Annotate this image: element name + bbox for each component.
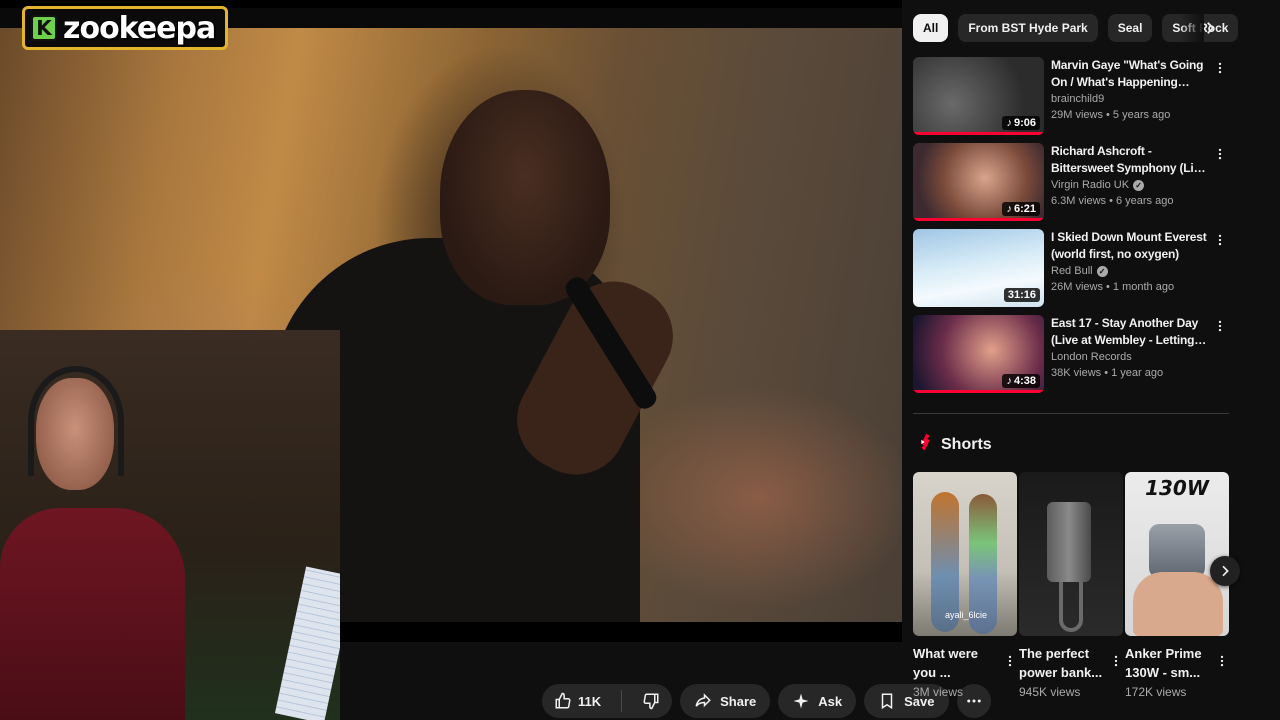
verified-icon: ✓ xyxy=(1133,179,1145,191)
chip-from-bst-hyde-park[interactable]: From BST Hyde Park xyxy=(958,14,1098,42)
video-thumbnail[interactable]: 31:16 xyxy=(913,229,1044,307)
channel-name[interactable]: London Records xyxy=(1051,351,1211,363)
more-options-button[interactable] xyxy=(1109,652,1123,670)
thumbs-up-icon xyxy=(554,692,572,710)
bookmark-icon xyxy=(878,692,896,710)
watched-progress xyxy=(913,132,1044,135)
ask-button[interactable]: Ask xyxy=(778,684,857,718)
short-item[interactable]: The perfect power bank... 945K views xyxy=(1019,472,1123,699)
video-meta: 29M views • 5 years ago xyxy=(1051,109,1171,121)
channel-name[interactable]: Virgin Radio UK ✓ xyxy=(1051,179,1211,191)
short-views: 945K views xyxy=(1019,685,1081,699)
music-note-icon: ♪ xyxy=(1006,117,1012,129)
shorts-next-button[interactable] xyxy=(1210,556,1240,586)
hand-image xyxy=(1133,572,1223,636)
video-meta: 26M views • 1 month ago xyxy=(1051,281,1175,293)
more-vertical-icon xyxy=(1114,655,1118,667)
shorts-icon xyxy=(913,432,933,457)
more-options-button[interactable] xyxy=(1213,231,1227,249)
list-item[interactable]: ♪ 6:21 Richard Ashcroft - Bittersweet Sy… xyxy=(913,143,1229,223)
reactor-body xyxy=(0,508,185,720)
more-options-button[interactable] xyxy=(1213,145,1227,163)
video-thumbnail[interactable]: ♪ 4:38 xyxy=(913,315,1044,393)
charger-image xyxy=(1149,524,1205,578)
shorts-heading: Shorts xyxy=(941,435,992,453)
duration-badge: ♪ 6:21 xyxy=(1002,202,1040,216)
verified-icon: ✓ xyxy=(1096,265,1108,277)
chips-next-button[interactable] xyxy=(1198,14,1222,42)
video-thumbnail[interactable]: ♪ 9:06 xyxy=(913,57,1044,135)
channel-name[interactable]: Red Bull ✓ xyxy=(1051,265,1211,277)
share-label: Share xyxy=(720,693,757,709)
short-thumbnail[interactable]: ayali_6lcie xyxy=(913,472,1017,636)
chip-seal[interactable]: Seal xyxy=(1107,14,1153,42)
list-item[interactable]: ♪ 4:38 East 17 - Stay Another Day (Live … xyxy=(913,315,1229,395)
music-note-icon: ♪ xyxy=(1006,375,1012,387)
short-item[interactable]: ayali_6lcie What were you ... 3M views xyxy=(913,472,1017,699)
player-bottom-bar xyxy=(340,622,902,642)
headphones-icon xyxy=(28,366,124,476)
short-views: 172K views xyxy=(1125,685,1187,699)
more-vertical-icon xyxy=(1218,148,1222,160)
like-divider xyxy=(621,690,623,712)
video-title[interactable]: East 17 - Stay Another Day (Live at Wemb… xyxy=(1051,315,1211,349)
list-item[interactable]: ♪ 9:06 Marvin Gaye "What's Going On / Wh… xyxy=(913,57,1229,137)
paper-sheet xyxy=(274,566,340,720)
watched-progress xyxy=(913,390,1044,393)
chevron-right-icon xyxy=(1222,565,1229,577)
like-count: 11K xyxy=(578,693,602,709)
video-thumbnail[interactable]: ♪ 6:21 xyxy=(913,143,1044,221)
short-title[interactable]: What were you ... xyxy=(913,644,997,682)
like-button[interactable]: 11K xyxy=(542,684,613,718)
video-title[interactable]: Marvin Gaye "What's Going On / What's Ha… xyxy=(1051,57,1211,91)
duration-badge: ♪ 9:06 xyxy=(1002,116,1040,130)
list-item[interactable]: 31:16 I Skied Down Mount Everest (world … xyxy=(913,229,1229,309)
short-thumbnail[interactable] xyxy=(1019,472,1123,636)
chip-all[interactable]: All xyxy=(913,14,949,42)
like-dislike-group: 11K xyxy=(542,684,673,718)
share-button[interactable]: Share xyxy=(680,684,771,718)
music-note-icon: ♪ xyxy=(1006,203,1012,215)
more-options-button[interactable] xyxy=(1213,317,1227,335)
chevron-right-icon xyxy=(1201,19,1219,37)
short-watermark: ayali_6lcie xyxy=(945,610,988,620)
ask-label: Ask xyxy=(818,693,843,709)
dislike-button[interactable] xyxy=(630,684,672,718)
short-item[interactable]: 130W Anker Prime 130W - sm... 172K views xyxy=(1125,472,1229,699)
more-options-button[interactable] xyxy=(1213,59,1227,77)
logo-k-icon: K xyxy=(31,15,57,41)
more-vertical-icon xyxy=(1220,655,1224,667)
channel-name[interactable]: brainchild9 xyxy=(1051,93,1211,105)
channel-logo-overlay: K zookeepa xyxy=(22,6,229,50)
video-meta: 6.3M views • 6 years ago xyxy=(1051,195,1174,207)
short-title[interactable]: The perfect power bank... xyxy=(1019,644,1103,682)
more-vertical-icon xyxy=(1008,655,1012,667)
thumbs-down-icon xyxy=(642,692,660,710)
short-thumbnail[interactable]: 130W xyxy=(1125,472,1229,636)
sparkle-icon xyxy=(792,692,810,710)
short-views: 3M views xyxy=(913,685,964,699)
video-title[interactable]: I Skied Down Mount Everest (world first,… xyxy=(1051,229,1211,263)
more-vertical-icon xyxy=(1218,320,1222,332)
more-vertical-icon xyxy=(1218,234,1222,246)
more-options-button[interactable] xyxy=(1003,652,1017,670)
video-title[interactable]: Richard Ashcroft - Bittersweet Symphony … xyxy=(1051,143,1211,177)
performer-head xyxy=(440,90,610,305)
share-icon xyxy=(694,692,712,710)
shorts-header: Shorts xyxy=(913,432,992,457)
cable-image xyxy=(1059,582,1083,632)
short-title[interactable]: Anker Prime 130W - sm... xyxy=(1125,644,1209,682)
short-thumb-text: 130W xyxy=(1145,476,1209,500)
more-vertical-icon xyxy=(1218,62,1222,74)
section-divider xyxy=(913,413,1229,414)
watched-progress xyxy=(913,218,1044,221)
logo-text: zookeepa xyxy=(63,10,216,46)
duration-badge: 31:16 xyxy=(1003,288,1040,302)
reactor-webcam xyxy=(0,330,340,720)
power-bank-image xyxy=(1047,502,1091,582)
more-options-button[interactable] xyxy=(1215,652,1229,670)
duration-badge: ♪ 4:38 xyxy=(1002,374,1040,388)
video-meta: 38K views • 1 year ago xyxy=(1051,367,1164,379)
